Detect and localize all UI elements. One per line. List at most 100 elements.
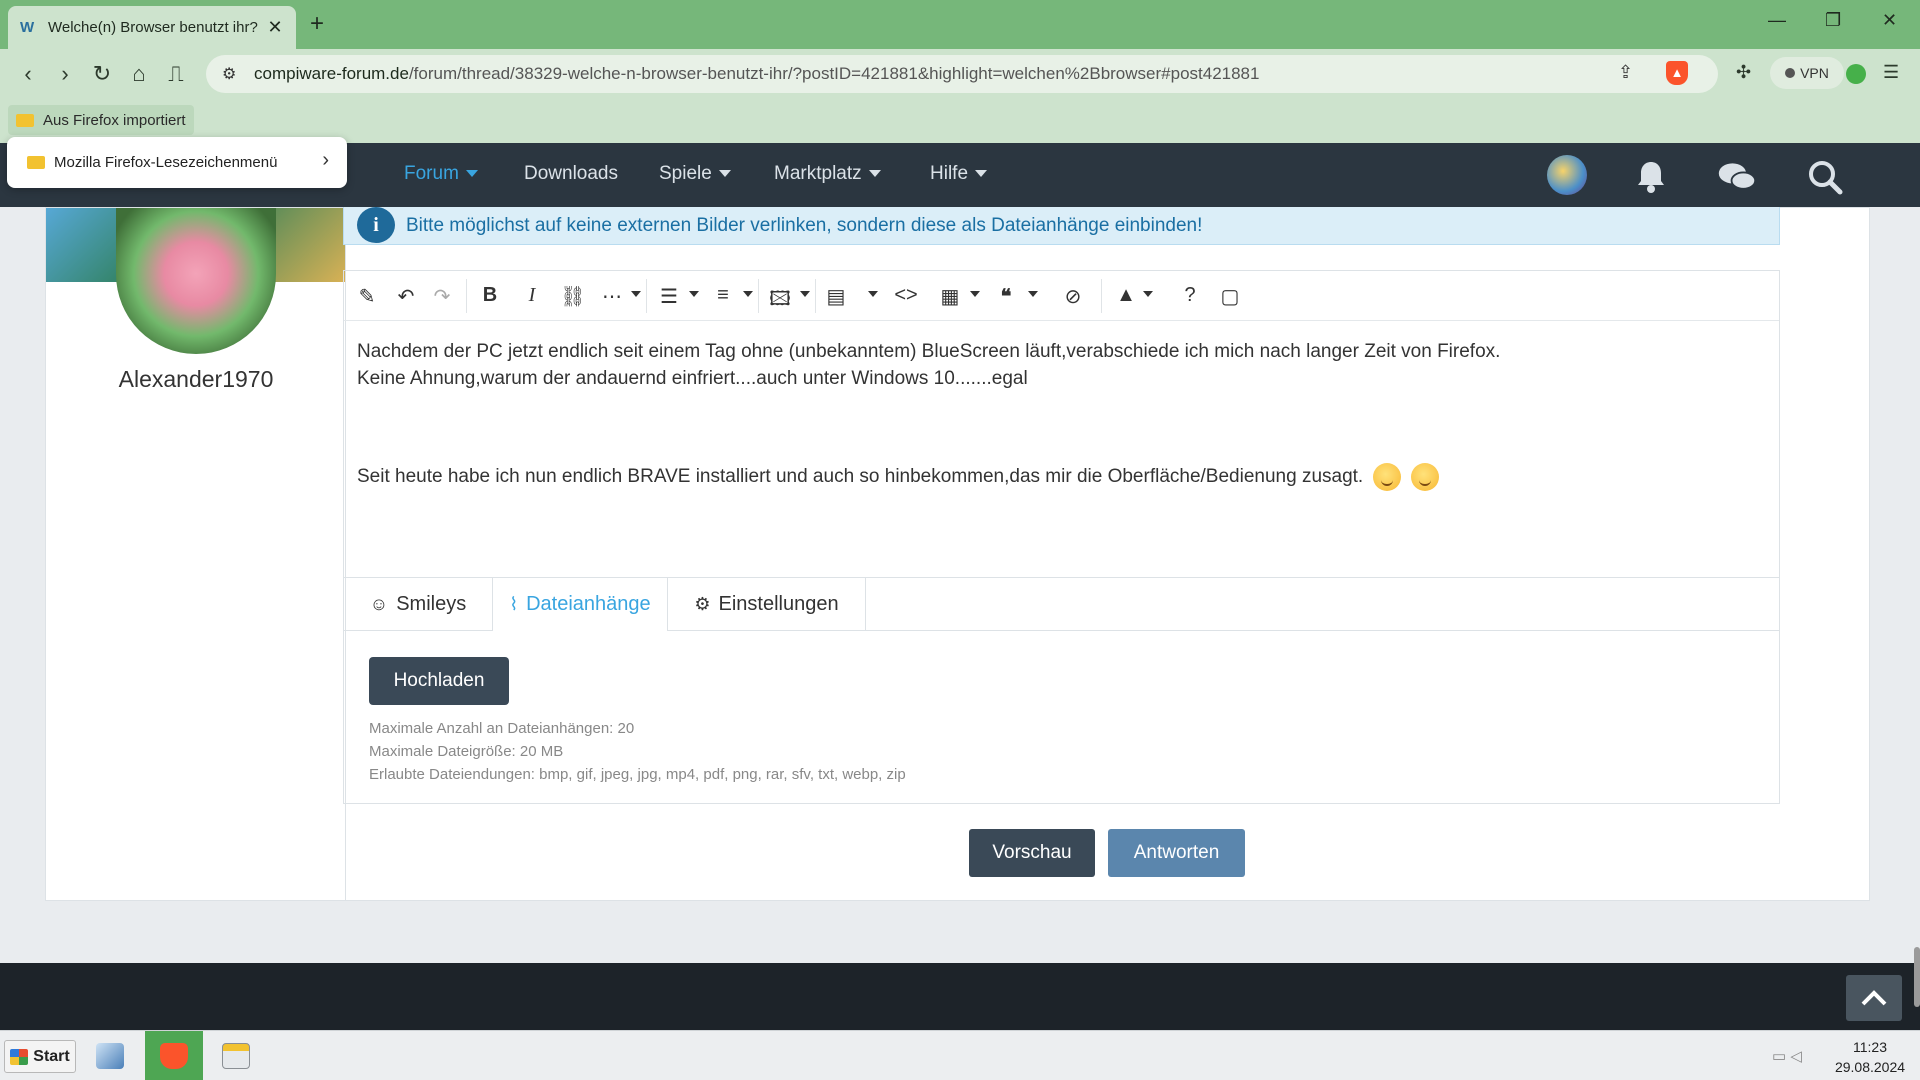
nav-item-marktplatz[interactable]: Marktplatz bbox=[774, 163, 881, 185]
nav-item-forum[interactable]: Forum bbox=[404, 163, 478, 185]
bookmark-popup-item[interactable]: Mozilla Firefox-Lesezeichenmenü › bbox=[7, 137, 347, 188]
source-mode-icon[interactable]: ✎ bbox=[352, 284, 382, 309]
message-editor: ✎ ↶ ↷ B I ⛓ ⋯ ☰ ≡ 🖾 ▤ <> ▦ ❝ ⊘ ▲ ? ▢ Nac… bbox=[343, 270, 1780, 804]
chat-bubbles-icon[interactable] bbox=[1717, 157, 1757, 197]
tab-label: Dateianhänge bbox=[526, 593, 651, 615]
system-tray[interactable]: ▭ ◁ bbox=[1772, 1047, 1802, 1065]
start-label: Start bbox=[33, 1047, 70, 1065]
insert-image-icon[interactable]: 🖾 bbox=[765, 284, 795, 318]
nav-label: Marktplatz bbox=[774, 163, 862, 184]
restore-icon[interactable]: ❐ bbox=[1825, 10, 1841, 31]
editor-toolbar: ✎ ↶ ↷ B I ⛓ ⋯ ☰ ≡ 🖾 ▤ <> ▦ ❝ ⊘ ▲ ? ▢ bbox=[344, 271, 1779, 321]
taskbar-app-tool[interactable] bbox=[81, 1031, 139, 1080]
brave-shields-icon[interactable]: ▲ bbox=[1666, 61, 1688, 85]
limit-size: Maximale Dateigröße: 20 MB bbox=[369, 743, 564, 760]
home-icon[interactable]: ⌂ bbox=[126, 61, 152, 87]
tab-label: Einstellungen bbox=[718, 593, 839, 615]
editor-blank-line bbox=[357, 419, 1757, 463]
smiling-emoji-icon bbox=[1411, 463, 1440, 491]
share-icon[interactable]: ⇪ bbox=[1618, 62, 1633, 83]
bell-icon[interactable] bbox=[1631, 157, 1671, 197]
extensions-icon[interactable]: ✣ bbox=[1736, 62, 1751, 83]
reload-icon[interactable]: ↻ bbox=[89, 61, 115, 87]
info-notice-text: Bitte möglichst auf keine externen Bilde… bbox=[406, 214, 1203, 236]
avatar[interactable] bbox=[116, 208, 276, 354]
spoiler-icon[interactable]: ⊘ bbox=[1058, 284, 1088, 309]
vpn-label: VPN bbox=[1800, 65, 1829, 81]
toolbar-divider bbox=[466, 279, 467, 313]
list-icon[interactable]: ☰ bbox=[654, 284, 684, 309]
bold-icon[interactable]: B bbox=[475, 284, 505, 307]
editor-blank-line bbox=[357, 392, 1757, 419]
insert-media-icon[interactable]: ▤ bbox=[821, 284, 851, 309]
help-icon[interactable]: ? bbox=[1175, 284, 1205, 307]
caret-down-icon bbox=[975, 170, 988, 178]
close-window-icon[interactable]: ✕ bbox=[1882, 10, 1897, 31]
toolbar-divider bbox=[758, 279, 759, 313]
search-icon[interactable] bbox=[1805, 157, 1845, 197]
editor-content[interactable]: Nachdem der PC jetzt endlich seit einem … bbox=[357, 338, 1757, 491]
nav-label: Spiele bbox=[659, 163, 712, 184]
table-icon[interactable]: ▦ bbox=[935, 284, 965, 309]
preview-button[interactable]: Vorschau bbox=[969, 829, 1095, 877]
tab-title: Welche(n) Browser benutzt ihr? bbox=[48, 19, 258, 36]
upload-button[interactable]: Hochladen bbox=[369, 657, 509, 705]
menu-icon[interactable]: ☰ bbox=[1883, 62, 1899, 83]
vpn-button[interactable]: VPN bbox=[1770, 57, 1844, 89]
quote-icon[interactable]: ❝ bbox=[991, 284, 1021, 309]
forward-icon[interactable]: › bbox=[52, 61, 78, 87]
back-icon[interactable]: ‹ bbox=[15, 61, 41, 87]
tab-einstellungen[interactable]: ⚙ Einstellungen bbox=[668, 578, 866, 631]
more-formatting-icon[interactable]: ⋯ bbox=[597, 284, 627, 309]
new-tab-button[interactable]: + bbox=[310, 10, 324, 38]
chevron-down-icon[interactable] bbox=[970, 291, 980, 297]
bookmark-icon[interactable]: ⎍ bbox=[163, 61, 189, 87]
nav-item-spiele[interactable]: Spiele bbox=[659, 163, 731, 185]
taskbar-app-brave[interactable] bbox=[145, 1031, 203, 1080]
brave-icon bbox=[160, 1043, 188, 1069]
warning-icon[interactable]: ▲ bbox=[1111, 284, 1141, 307]
browser-tabstrip: W Welche(n) Browser benutzt ihr? ✕ + — ❐… bbox=[0, 0, 1920, 49]
chevron-down-icon[interactable] bbox=[743, 291, 753, 297]
nav-item-downloads[interactable]: Downloads bbox=[524, 163, 618, 185]
chevron-down-icon[interactable] bbox=[631, 291, 641, 297]
chevron-down-icon[interactable] bbox=[1028, 291, 1038, 297]
reply-button[interactable]: Antworten bbox=[1108, 829, 1245, 877]
editor-line-with-emoji: Seit heute habe ich nun endlich BRAVE in… bbox=[357, 463, 1757, 491]
taskbar-clock[interactable]: 11:23 29.08.2024 bbox=[1830, 1037, 1910, 1077]
start-button[interactable]: Start bbox=[4, 1040, 76, 1073]
chevron-down-icon[interactable] bbox=[800, 291, 810, 297]
scrollbar-thumb[interactable] bbox=[1914, 947, 1920, 1007]
username[interactable]: Alexander1970 bbox=[46, 366, 346, 393]
nav-label: Hilfe bbox=[930, 163, 969, 184]
redo-icon[interactable]: ↷ bbox=[427, 284, 457, 309]
address-bar[interactable]: ⚙ compiware-forum.de/forum/thread/38329-… bbox=[206, 55, 1718, 93]
link-icon[interactable]: ⛓ bbox=[558, 284, 588, 309]
chevron-up-icon bbox=[1861, 990, 1887, 1006]
toolbar-divider bbox=[1101, 279, 1102, 313]
wallet-icon[interactable] bbox=[1846, 64, 1866, 84]
undo-icon[interactable]: ↶ bbox=[391, 284, 421, 309]
tab-dateianhaenge[interactable]: ⌇ Dateianhänge bbox=[493, 578, 668, 631]
info-icon: i bbox=[357, 207, 395, 243]
nav-item-hilfe[interactable]: Hilfe bbox=[930, 163, 988, 185]
minimize-icon[interactable]: — bbox=[1768, 10, 1786, 31]
chevron-down-icon[interactable] bbox=[1143, 291, 1153, 297]
site-settings-icon[interactable]: ⚙ bbox=[222, 64, 236, 84]
tab-close-icon[interactable]: ✕ bbox=[266, 17, 284, 38]
italic-icon[interactable]: I bbox=[517, 284, 547, 307]
code-icon[interactable]: <> bbox=[891, 284, 921, 307]
tab-smileys[interactable]: ☺ Smileys bbox=[344, 578, 493, 631]
chevron-down-icon[interactable] bbox=[868, 291, 878, 297]
bookmark-folder-firefox[interactable]: Aus Firefox importiert bbox=[8, 105, 194, 135]
align-icon[interactable]: ≡ bbox=[708, 284, 738, 307]
limit-count: Maximale Anzahl an Dateianhängen: 20 bbox=[369, 720, 635, 737]
toolbar-divider bbox=[815, 279, 816, 313]
chevron-down-icon[interactable] bbox=[689, 291, 699, 297]
scroll-to-top-button[interactable] bbox=[1846, 975, 1902, 1021]
taskbar-app-explorer[interactable] bbox=[207, 1031, 265, 1080]
folder-icon bbox=[27, 156, 45, 169]
autosave-icon[interactable]: ▢ bbox=[1215, 284, 1245, 309]
user-avatar[interactable] bbox=[1547, 155, 1587, 195]
browser-tab-active[interactable]: W Welche(n) Browser benutzt ihr? ✕ bbox=[8, 6, 296, 49]
